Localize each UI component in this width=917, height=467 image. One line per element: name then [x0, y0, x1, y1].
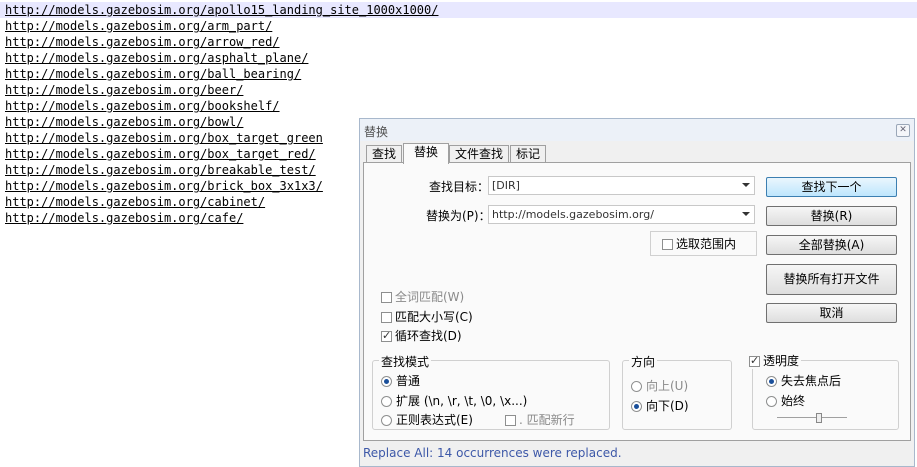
close-icon[interactable]: ✕	[896, 124, 910, 137]
match-case-checkbox[interactable]: 匹配大小写(C)	[381, 309, 473, 325]
replace-panel: 查找目标： [DIR] 替换为(P)： http://models.gazebo…	[363, 162, 911, 441]
transparency-slider-thumb[interactable]	[816, 413, 822, 423]
editor-line[interactable]: http://models.gazebosim.org/box_target_r…	[5, 146, 316, 162]
checkbox-checked-icon	[749, 353, 760, 369]
radio-icon	[631, 381, 642, 392]
search-mode-title: 查找模式	[379, 353, 432, 370]
direction-group: 方向 向上(U) 向下(D)	[622, 353, 732, 430]
wrap-around-checkbox[interactable]: 循环查找(D)	[381, 328, 462, 344]
status-message: Replace All: 14 occurrences were replace…	[363, 446, 622, 460]
checkbox-icon	[381, 292, 392, 303]
direction-title: 方向	[629, 353, 658, 370]
dot-matches-newline-label: . 匹配新行	[519, 413, 575, 427]
tab-find[interactable]: 查找	[366, 145, 402, 163]
dialog-title: 替换	[364, 125, 389, 139]
radio-selected-icon	[766, 376, 777, 387]
editor-line[interactable]: http://models.gazebosim.org/ball_bearing…	[5, 66, 301, 82]
radio-selected-icon	[381, 376, 392, 387]
in-selection-checkbox[interactable]: 选取范围内	[662, 236, 736, 252]
wrap-around-label: 循环查找(D)	[395, 329, 462, 343]
replace-label: 替换为(P)：	[426, 209, 491, 223]
replace-input-value: http://models.gazebosim.org/	[492, 208, 654, 221]
replace-all-open-files-button[interactable]: 替换所有打开文件	[766, 264, 897, 295]
replace-button[interactable]: 替换(R)	[766, 206, 897, 226]
editor-line[interactable]: http://models.gazebosim.org/bookshelf/	[5, 98, 280, 114]
find-next-button[interactable]: 查找下一个	[766, 177, 897, 197]
radio-selected-icon	[631, 401, 642, 412]
editor-line[interactable]: http://models.gazebosim.org/breakable_te…	[5, 162, 316, 178]
search-mode-regex-label: 正则表达式(E)	[396, 413, 473, 427]
editor-line[interactable]: http://models.gazebosim.org/arm_part/	[5, 18, 272, 34]
whole-word-label: 全词匹配(W)	[395, 290, 465, 304]
search-mode-normal-label: 普通	[396, 374, 421, 388]
transparency-on-lose-focus-label: 失去焦点后	[781, 374, 842, 388]
replace-input[interactable]: http://models.gazebosim.org/	[488, 205, 755, 224]
replace-dialog: 替换 ✕ 查找 替换 文件查找 标记 查找目标： [DIR] 替换为(P)： h…	[359, 118, 915, 467]
transparency-label: 透明度	[763, 354, 800, 368]
whole-word-checkbox[interactable]: 全词匹配(W)	[381, 289, 464, 305]
editor-line[interactable]: http://models.gazebosim.org/asphalt_plan…	[5, 50, 308, 66]
dialog-titlebar[interactable]: 替换 ✕	[360, 119, 914, 141]
search-mode-normal-radio[interactable]: 普通	[381, 373, 420, 389]
transparency-slider[interactable]	[777, 417, 847, 418]
radio-icon	[766, 396, 777, 407]
tab-mark[interactable]: 标记	[510, 145, 546, 163]
tab-find-in-files[interactable]: 文件查找	[449, 145, 509, 163]
checkbox-icon	[381, 312, 392, 323]
editor-line[interactable]: http://models.gazebosim.org/brick_box_3x…	[5, 178, 323, 194]
in-selection-label: 选取范围内	[676, 237, 737, 251]
checkbox-checked-icon	[381, 328, 392, 344]
find-label: 查找目标：	[429, 180, 490, 194]
find-input-value: [DIR]	[492, 179, 520, 192]
match-case-label: 匹配大小写(C)	[395, 310, 473, 324]
find-input[interactable]: [DIR]	[488, 176, 755, 195]
direction-up-label: 向上(U)	[646, 379, 689, 393]
editor-line[interactable]: http://models.gazebosim.org/beer/	[5, 82, 243, 98]
direction-down-radio[interactable]: 向下(D)	[631, 398, 689, 414]
editor-line[interactable]: http://models.gazebosim.org/box_target_g…	[5, 130, 323, 146]
transparency-always-label: 始终	[781, 394, 806, 408]
radio-icon	[381, 415, 392, 426]
direction-up-radio[interactable]: 向上(U)	[631, 378, 688, 394]
editor-line[interactable]: http://models.gazebosim.org/cabinet/	[5, 194, 265, 210]
transparency-group: 透明度 失去焦点后 始终	[747, 353, 899, 430]
transparency-on-lose-focus-radio[interactable]: 失去焦点后	[766, 373, 841, 389]
transparency-always-radio[interactable]: 始终	[766, 393, 805, 409]
editor-line[interactable]: http://models.gazebosim.org/apollo15_lan…	[5, 2, 438, 18]
dot-matches-newline-checkbox[interactable]: . 匹配新行	[505, 412, 575, 428]
search-mode-regex-radio[interactable]: 正则表达式(E)	[381, 412, 473, 428]
search-mode-group: 查找模式 普通 扩展 (\n, \r, \t, \0, \x...) 正则表达式…	[372, 353, 610, 430]
transparency-checkbox[interactable]: 透明度	[747, 353, 802, 369]
search-mode-extended-label: 扩展 (\n, \r, \t, \0, \x...)	[396, 394, 528, 408]
checkbox-icon	[662, 239, 673, 250]
editor-line[interactable]: http://models.gazebosim.org/bowl/	[5, 114, 243, 130]
search-mode-extended-radio[interactable]: 扩展 (\n, \r, \t, \0, \x...)	[381, 393, 527, 409]
tab-replace[interactable]: 替换	[403, 143, 449, 164]
radio-icon	[381, 396, 392, 407]
checkbox-icon	[505, 415, 516, 426]
editor-line[interactable]: http://models.gazebosim.org/cafe/	[5, 210, 243, 226]
chevron-down-icon[interactable]	[742, 183, 750, 187]
editor-line[interactable]: http://models.gazebosim.org/arrow_red/	[5, 34, 280, 50]
replace-all-button[interactable]: 全部替换(A)	[766, 235, 897, 255]
chevron-down-icon[interactable]	[742, 212, 750, 216]
cancel-button[interactable]: 取消	[766, 303, 897, 323]
direction-down-label: 向下(D)	[646, 399, 689, 413]
